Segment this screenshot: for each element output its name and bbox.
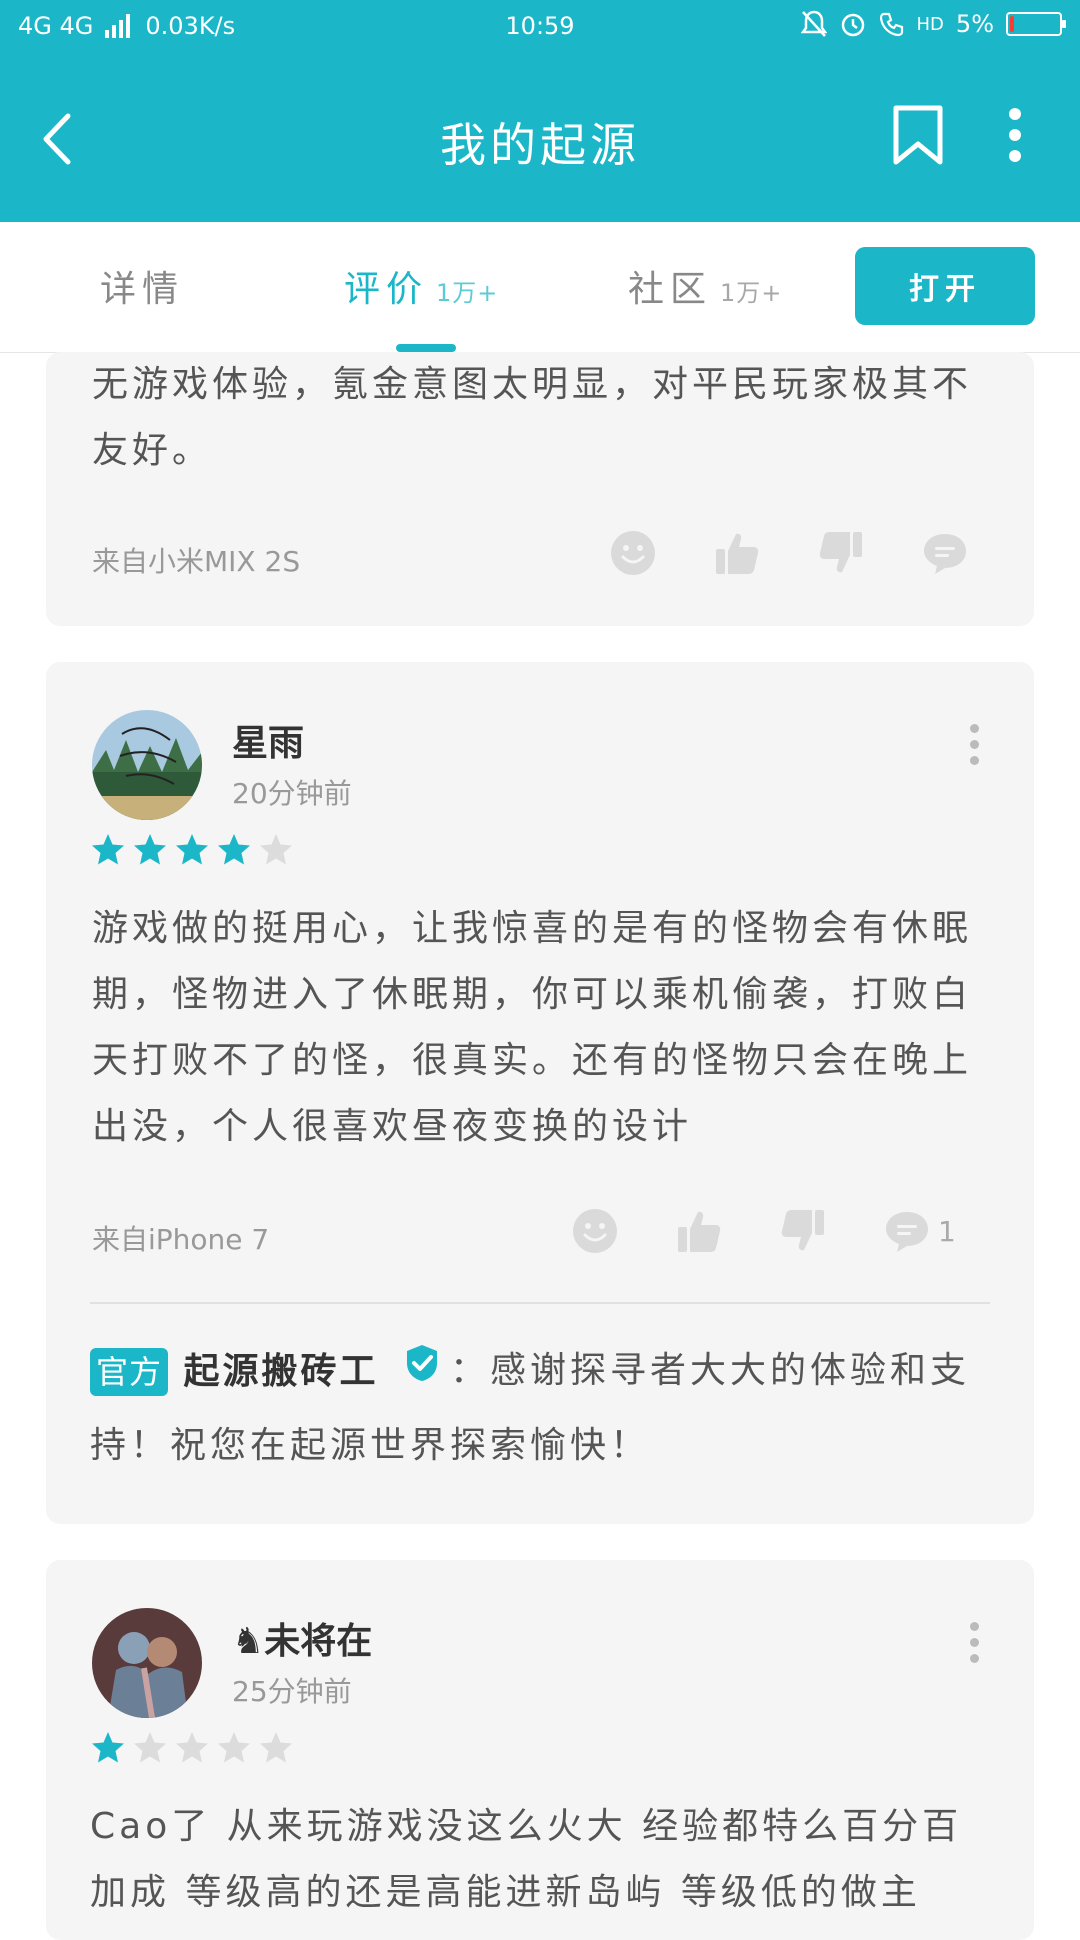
open-button[interactable]: 打开 [855, 247, 1035, 325]
mute-bell-icon [800, 10, 827, 37]
app-bar: 我的起源 [0, 54, 1080, 222]
tab-community[interactable]: 社区 1万+ [628, 260, 782, 312]
review-card: ♞未将在 25分钟前 Cao了 从来玩游戏没这么火大 经验都特么百分百加成 等级… [46, 1560, 1034, 1940]
more-vertical-icon [1009, 108, 1021, 162]
official-replier-name[interactable]: 起源搬砖工 [183, 1351, 378, 1392]
tab-details[interactable]: 详情 [100, 260, 184, 312]
star-filled-icon [218, 834, 250, 865]
avatar-image [92, 710, 202, 820]
comment-icon [924, 534, 966, 574]
comment-button[interactable]: 1 [884, 1208, 988, 1254]
comment-count: 1 [938, 1214, 956, 1248]
review-text: 无游戏体验，氪金意图太明显，对平民玩家极其不友好。 [92, 364, 973, 471]
star-empty-icon [176, 1732, 208, 1763]
review-card: 星雨 20分钟前 游戏做的挺用心，让我惊喜的是有的怪物会有休眠期，怪物进入了休眠… [46, 662, 1034, 1524]
dislike-button[interactable] [780, 1208, 884, 1254]
review-menu-button[interactable] [970, 724, 980, 772]
active-tab-indicator [396, 344, 456, 352]
status-bar: 4G 4G 0.03K/s 10:59 HD 5% [0, 0, 1080, 54]
review-card: 无游戏体验，氪金意图太明显，对平民玩家极其不友好。 来自小米MIX 2S [46, 352, 1034, 626]
alarm-icon [841, 13, 864, 37]
star-filled-icon [92, 834, 124, 865]
review-text: 游戏做的挺用心，让我惊喜的是有的怪物会有休眠期，怪物进入了休眠期，你可以乘机偷袭… [92, 908, 973, 1147]
star-empty-icon [134, 1732, 166, 1763]
review-time: 20分钟前 [232, 777, 352, 810]
comment-button[interactable] [922, 530, 1026, 576]
official-reply: 官方 起源搬砖工 ：感谢探寻者大大的体验和支持！祝您在起源世界探索愉快！ [90, 1334, 990, 1483]
review-time: 25分钟前 [232, 1675, 352, 1708]
tab-reviews-label: 评价 [344, 269, 429, 310]
official-badge: 官方 [90, 1348, 169, 1396]
phone-icon [879, 12, 903, 37]
star-filled-icon [92, 1732, 124, 1763]
like-button[interactable] [714, 530, 818, 576]
user-avatar[interactable] [92, 710, 202, 820]
thumbs-up-icon [716, 533, 759, 574]
star-empty-icon [260, 834, 292, 865]
review-device: 来自小米MIX 2S [92, 545, 301, 578]
review-actions: 1 [572, 1208, 988, 1254]
review-text: Cao了 从来玩游戏没这么火大 经验都特么百分百加成 等级高的还是高能进新岛屿 … [90, 1806, 963, 1913]
smiley-icon [573, 1209, 617, 1253]
tab-community-count: 1万+ [720, 279, 783, 307]
star-filled-icon [134, 834, 166, 865]
tab-reviews-count: 1万+ [436, 279, 499, 307]
emoji-button[interactable] [572, 1208, 676, 1254]
thumbs-up-icon [678, 1211, 721, 1252]
smiley-icon [611, 531, 655, 575]
bookmark-button[interactable] [892, 104, 944, 170]
comment-icon [886, 1212, 928, 1252]
bookmark-icon [893, 105, 943, 165]
review-device: 来自iPhone 7 [92, 1223, 270, 1256]
tab-details-label: 详情 [100, 269, 185, 310]
thumbs-down-icon [781, 1210, 824, 1251]
emoji-button[interactable] [610, 530, 714, 576]
verified-icon [404, 1335, 440, 1409]
dislike-button[interactable] [818, 530, 922, 576]
avatar-image [92, 1608, 202, 1718]
thumbs-down-icon [819, 532, 862, 573]
star-empty-icon [218, 1732, 250, 1763]
divider [90, 1302, 990, 1304]
username[interactable]: 星雨 [232, 714, 304, 766]
battery-icon [1006, 12, 1066, 36]
hd-indicator: HD [916, 13, 944, 35]
tab-bar: 详情 评价 1万+ 社区 1万+ 打开 [0, 222, 1080, 353]
star-rating [90, 832, 294, 868]
tab-community-label: 社区 [628, 269, 713, 310]
clock: 10:59 [505, 12, 575, 40]
like-button[interactable] [676, 1208, 780, 1254]
star-rating [90, 1730, 294, 1766]
review-menu-button[interactable] [970, 1622, 980, 1670]
battery-percent: 5% [955, 10, 994, 38]
review-actions [610, 530, 1026, 576]
user-avatar[interactable] [92, 1608, 202, 1718]
more-options-button[interactable] [1008, 108, 1022, 166]
star-filled-icon [176, 834, 208, 865]
tab-reviews[interactable]: 评价 1万+ [344, 260, 498, 312]
star-empty-icon [260, 1732, 292, 1763]
username[interactable]: ♞未将在 [232, 1612, 372, 1664]
